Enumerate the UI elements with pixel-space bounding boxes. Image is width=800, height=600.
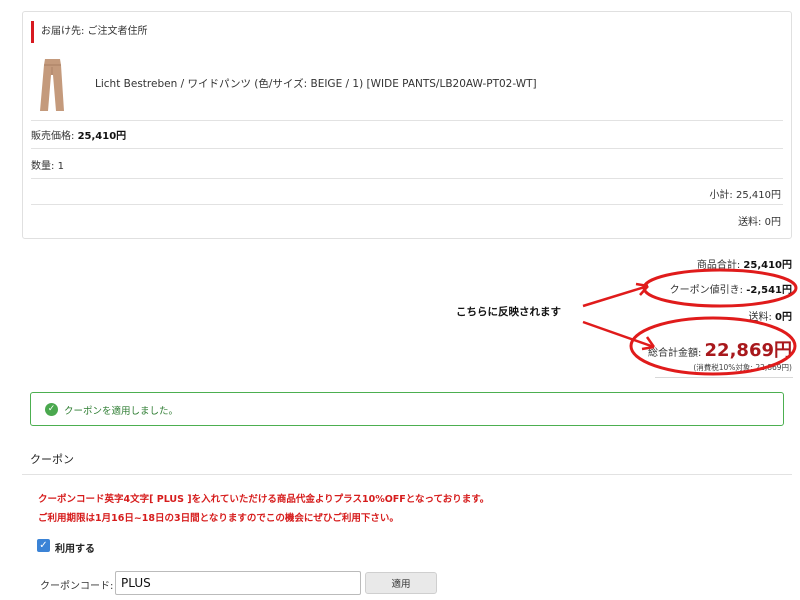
subtotal-row: 小計: 25,410円 (709, 186, 781, 201)
annotation-arrow-down (582, 320, 655, 349)
order-item-box: お届け先: ご注文者住所 Licht Bestreben / ワイドパンツ (色… (22, 11, 792, 239)
annotation-arrow-up (582, 284, 649, 308)
coupon-discount-row: クーポン値引き: -2,541円 (670, 281, 792, 296)
item-shipping-value: 0円 (764, 217, 781, 228)
subtotal-label: 小計: (709, 190, 736, 201)
subtotal-value: 25,410円 (736, 190, 781, 201)
annotation-text: こちらに反映されます (456, 306, 561, 318)
quantity-label: 数量: (31, 161, 58, 172)
divider (31, 178, 783, 179)
product-name[interactable]: Licht Bestreben / ワイドパンツ (色/サイズ: BEIGE /… (95, 76, 537, 91)
grand-total-row: 総合計金額: 22,869円 (648, 336, 792, 362)
sale-price-row: 販売価格: 25,410円 (31, 127, 126, 142)
check-circle-icon: ✓ (45, 403, 58, 416)
divider (22, 474, 792, 475)
grand-total-label: 総合計金額: (647, 348, 705, 359)
use-coupon-checkbox[interactable]: ✓ (37, 539, 50, 552)
divider (31, 148, 783, 149)
order-shipping-label: 送料: (748, 312, 776, 323)
order-shipping-row: 送料: 0円 (748, 308, 792, 323)
coupon-message-line2: ご利用期限は1月16日~18日の3日間となりますのでこの機会にぜひご利用下さい。 (38, 513, 399, 524)
use-coupon-label[interactable]: 利用する (55, 540, 95, 555)
apply-coupon-button[interactable]: 適用 (365, 572, 437, 594)
divider (655, 377, 793, 378)
item-shipping-row: 送料: 0円 (738, 213, 781, 228)
shipping-header: お届け先: ご注文者住所 (31, 21, 148, 43)
tax-note: (消費税10%対象: 22,869円) (693, 363, 792, 372)
sale-price-value: 25,410円 (77, 131, 127, 142)
items-total-value: 25,410円 (743, 260, 792, 271)
product-thumbnail[interactable] (33, 57, 71, 113)
divider (31, 120, 783, 121)
success-message: クーポンを適用しました。 (64, 406, 179, 417)
coupon-discount-label: クーポン値引き: (669, 285, 747, 296)
coupon-code-label: クーポンコード: (40, 581, 114, 592)
coupon-code-input[interactable] (115, 571, 361, 595)
quantity-row: 数量: 1 (31, 157, 64, 172)
success-alert: ✓ クーポンを適用しました。 (30, 392, 784, 426)
items-total-row: 商品合計: 25,410円 (697, 256, 792, 271)
sale-price-label: 販売価格: (31, 131, 78, 142)
item-shipping-label: 送料: (738, 217, 765, 228)
coupon-message-line1: クーポンコード英字4文字[ PLUS ]を入れていただける商品代金よりプラス10… (38, 494, 490, 505)
coupon-discount-value: -2,541円 (746, 285, 792, 296)
order-shipping-value: 0円 (775, 312, 792, 323)
items-total-label: 商品合計: (696, 260, 744, 271)
quantity-value: 1 (57, 161, 64, 172)
grand-total-value: 22,869円 (704, 340, 792, 361)
coupon-heading: クーポン (30, 453, 74, 466)
divider (31, 204, 783, 205)
